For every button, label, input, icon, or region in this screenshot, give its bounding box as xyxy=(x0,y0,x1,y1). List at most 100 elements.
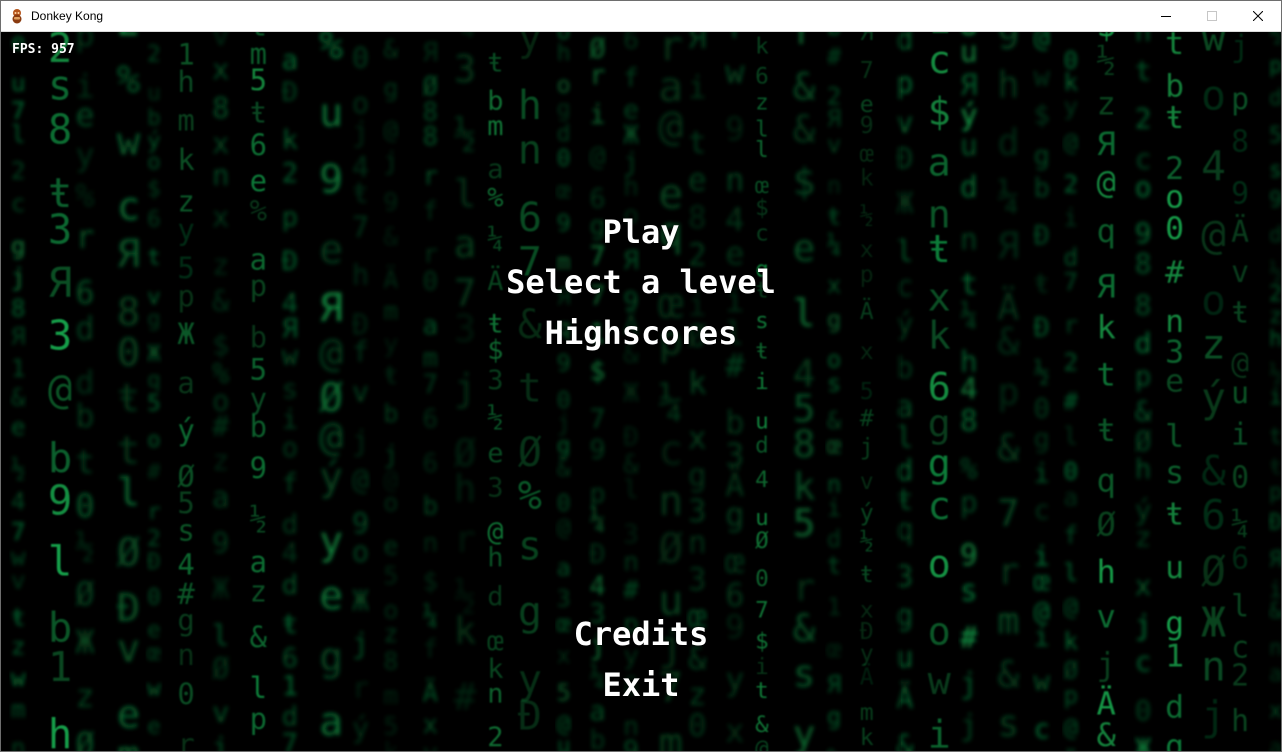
svg-text:5: 5 xyxy=(1269,123,1281,149)
svg-text:4: 4 xyxy=(1201,142,1226,190)
svg-text:Ж: Ж xyxy=(1135,732,1152,751)
menu-play[interactable]: Play xyxy=(1,212,1281,252)
svg-text:r: r xyxy=(997,550,1019,593)
svg-text:9: 9 xyxy=(48,476,72,524)
menu-exit[interactable]: Exit xyxy=(1,665,1281,705)
maximize-button[interactable] xyxy=(1189,1,1235,31)
svg-text:ý: ý xyxy=(352,712,369,745)
svg-text:d: d xyxy=(960,170,978,204)
svg-text:b: b xyxy=(48,434,72,482)
svg-text:4: 4 xyxy=(11,486,26,515)
svg-text:ŧ: ŧ xyxy=(250,96,267,130)
svg-text:u: u xyxy=(1165,550,1184,586)
svg-text:c: c xyxy=(1034,495,1050,526)
svg-text:0: 0 xyxy=(75,489,94,525)
svg-text:l: l xyxy=(1165,419,1184,455)
svg-text:d: d xyxy=(282,510,298,541)
svg-text:r: r xyxy=(177,728,194,751)
svg-text:b: b xyxy=(75,399,94,435)
close-button[interactable] xyxy=(1235,1,1281,31)
menu-highscores[interactable]: Highscores xyxy=(1,313,1281,353)
minimize-icon xyxy=(1161,16,1171,17)
svg-text:o: o xyxy=(147,149,161,175)
svg-text:k: k xyxy=(282,125,298,156)
svg-text:6: 6 xyxy=(250,128,267,162)
fps-counter: FPS: 957 xyxy=(12,42,75,57)
svg-text:p: p xyxy=(997,371,1019,414)
svg-text:$: $ xyxy=(928,89,951,134)
svg-text:Ø: Ø xyxy=(1097,505,1116,543)
svg-text:Ж: Ж xyxy=(212,572,229,606)
svg-text:½: ½ xyxy=(250,502,267,536)
svg-text:o: o xyxy=(928,542,951,587)
svg-text:#: # xyxy=(1064,387,1079,415)
svg-text:t: t xyxy=(1135,55,1152,88)
svg-text:0: 0 xyxy=(1231,460,1249,495)
svg-text:e: e xyxy=(1165,363,1184,399)
svg-text:@: @ xyxy=(1064,713,1079,741)
svg-text:k: k xyxy=(177,143,194,177)
svg-text:s: s xyxy=(177,514,194,548)
svg-text:d: d xyxy=(997,121,1019,164)
svg-text:7: 7 xyxy=(282,729,298,751)
svg-text:%: % xyxy=(960,452,978,486)
svg-text:h: h xyxy=(1231,704,1249,739)
svg-text:y: y xyxy=(1064,93,1079,121)
svg-text:½: ½ xyxy=(1034,357,1050,388)
minimize-button[interactable] xyxy=(1143,1,1189,31)
svg-text:g: g xyxy=(1034,141,1050,172)
svg-text:ŧ: ŧ xyxy=(1165,100,1184,136)
svg-text:v: v xyxy=(352,376,369,409)
maximize-icon xyxy=(1207,11,1217,21)
svg-text:½: ½ xyxy=(1269,32,1281,47)
fps-label: FPS: xyxy=(12,42,44,57)
svg-text:m: m xyxy=(117,733,140,751)
svg-text:&: & xyxy=(1201,447,1226,495)
title-bar[interactable]: Donkey Kong xyxy=(1,1,1281,32)
svg-text:a: a xyxy=(1064,483,1079,511)
svg-text:Ä: Ä xyxy=(1064,748,1079,751)
svg-text:1: 1 xyxy=(11,353,26,382)
svg-text:0: 0 xyxy=(1034,393,1050,424)
svg-text:q: q xyxy=(1097,461,1116,499)
svg-text:x: x xyxy=(1135,569,1152,602)
svg-text:u: u xyxy=(960,128,978,162)
svg-text:2: 2 xyxy=(117,32,140,45)
menu-select-level[interactable]: Select a level xyxy=(1,262,1281,302)
svg-text:&: & xyxy=(1097,716,1117,751)
svg-text:j: j xyxy=(352,424,369,457)
svg-text:½: ½ xyxy=(1269,360,1281,386)
svg-text:8: 8 xyxy=(960,403,978,437)
game-viewport[interactable]: e u 7 l 2 c g j 8 Я 1 & e ½ 4 7 w v ŧ z w m n 2 s 8 ŧ 3 Я 3 @ b 9 l b 1 h p i e… xyxy=(1,32,1281,751)
svg-text:c: c xyxy=(928,38,951,83)
svg-text:l: l xyxy=(117,470,140,515)
svg-text:$: $ xyxy=(1034,100,1050,131)
svg-text:ŧ: ŧ xyxy=(1269,454,1281,480)
menu-credits[interactable]: Credits xyxy=(1,614,1281,654)
svg-text:ŧ: ŧ xyxy=(1165,497,1184,533)
svg-text:½: ½ xyxy=(75,530,94,566)
svg-text:#: # xyxy=(212,409,230,443)
svg-text:w: w xyxy=(117,119,141,164)
svg-text:Ø: Ø xyxy=(117,530,140,575)
svg-text:t: t xyxy=(1269,424,1281,450)
svg-text:@: @ xyxy=(48,365,72,413)
svg-text:Я: Я xyxy=(960,68,978,102)
svg-text:s: s xyxy=(960,573,978,607)
svg-text:f: f xyxy=(282,469,298,500)
svg-text:t: t xyxy=(117,429,140,474)
svg-text:0: 0 xyxy=(1064,458,1079,486)
svg-text:d: d xyxy=(1269,85,1281,111)
svg-text:7: 7 xyxy=(997,491,1019,534)
svg-text:8: 8 xyxy=(48,106,72,154)
svg-text:z: z xyxy=(1097,84,1116,122)
svg-text:Ø: Ø xyxy=(1201,548,1226,596)
svg-text:m: m xyxy=(177,104,194,138)
svg-text:q: q xyxy=(147,367,161,393)
svg-text:g: g xyxy=(928,441,951,486)
svg-text:z: z xyxy=(212,443,229,477)
svg-text:p: p xyxy=(75,32,94,54)
svg-text:l: l xyxy=(1064,559,1079,587)
svg-text:u: u xyxy=(11,68,26,97)
svg-text:%: % xyxy=(319,32,343,68)
